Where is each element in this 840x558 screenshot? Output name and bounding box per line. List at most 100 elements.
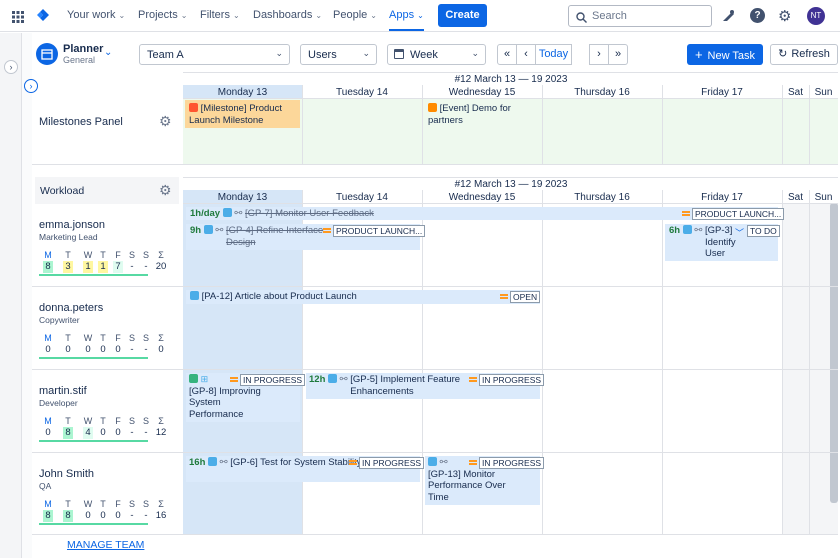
priority-low-icon: ﹀	[735, 228, 745, 238]
notifications-icon[interactable]	[722, 9, 735, 27]
weekday-letter: F	[115, 333, 121, 343]
member-name: emma.jonson	[39, 219, 106, 231]
task-estimate: 1h/day	[190, 208, 221, 219]
chevron-down-icon: ⌄	[370, 11, 377, 20]
task-title: [GP-13] Monitor Performance Over Time	[428, 468, 506, 503]
chevron-down-icon[interactable]: ⌄	[104, 47, 112, 58]
priority-medium-icon	[500, 294, 508, 299]
day-header: Sun	[814, 192, 833, 203]
task-card-pa12[interactable]: [PA-12] Article about Product Launch	[186, 290, 540, 304]
hours-value: -	[144, 510, 148, 521]
member-role: QA	[39, 481, 52, 491]
nav-label: Dashboards	[253, 9, 313, 21]
task-estimate: 6h	[669, 225, 681, 236]
chevron-down-icon: ⌄	[232, 11, 240, 20]
day-header: Friday 17	[701, 87, 743, 98]
next-week-fast-button[interactable]: »	[608, 44, 628, 65]
capacity-bar	[39, 523, 148, 525]
status-badge: IN PROGRESS	[240, 374, 306, 386]
link-icon: ⚯	[339, 374, 348, 385]
member-role: Marketing Lead	[39, 232, 98, 242]
day-header: Sun	[814, 87, 833, 98]
task-title: [GP-4] Refine Interface Design	[225, 225, 324, 248]
day-header: Wednesday 15	[448, 192, 516, 203]
nav-label: Filters	[200, 9, 230, 21]
parent-badge: PRODUCT LAUNCH...	[333, 225, 426, 237]
milestone-card[interactable]: [Milestone] Product Launch Milestone	[185, 100, 300, 128]
weekday-letter: W	[83, 333, 93, 343]
chevron-down-icon: ⌄	[180, 11, 188, 20]
hours-value: 0	[100, 344, 106, 355]
task-estimate: 9h	[190, 225, 202, 236]
hours-value: 0	[100, 510, 106, 521]
weekday-letter: T	[65, 499, 71, 509]
chevron-down-icon: ⌄	[315, 11, 323, 20]
view-select[interactable]: Week ⌄	[387, 44, 486, 65]
hours-value: -	[144, 344, 148, 355]
workload-label: Workload	[40, 185, 85, 197]
nav-label: Your work	[67, 9, 116, 21]
weekday-letter: Σ	[158, 250, 164, 260]
avatar[interactable]: NT	[807, 7, 825, 25]
status-badge: IN PROGRESS	[479, 374, 545, 386]
priority-medium-icon	[349, 460, 357, 465]
hours-value: 8	[63, 427, 73, 439]
nav-filters[interactable]: Filters ⌄	[200, 9, 240, 21]
expand-sidebar-icon[interactable]: ›	[4, 60, 18, 74]
new-task-button[interactable]: + New Task	[687, 44, 763, 65]
next-week-button[interactable]: ›	[589, 44, 609, 65]
nav-dashboards[interactable]: Dashboards ⌄	[253, 9, 322, 21]
nav-apps[interactable]: Apps ⌄	[389, 9, 424, 31]
member-emma: emma.jonson Marketing Lead	[39, 219, 105, 242]
hours-value: 8	[43, 510, 53, 522]
hours-value: -	[130, 427, 134, 438]
search-input[interactable]: Search	[568, 5, 712, 27]
day-header: Thursday 16	[574, 192, 630, 203]
status-badge: IN PROGRESS	[479, 457, 545, 469]
create-button[interactable]: Create	[438, 4, 487, 27]
chevron-down-icon: ⌄	[362, 48, 370, 58]
planner-title: Planner	[63, 43, 104, 55]
scrollbar[interactable]	[830, 203, 838, 503]
parent-badge: PRODUCT LAUNCH...	[692, 208, 785, 220]
search-placeholder: Search	[592, 10, 627, 22]
milestones-settings-gear-icon[interactable]: ⚙	[159, 113, 172, 130]
group-select[interactable]: Users ⌄	[300, 44, 377, 65]
prev-week-fast-button[interactable]: «	[497, 44, 517, 65]
today-button[interactable]: Today	[535, 44, 572, 65]
refresh-button[interactable]: ↻ Refresh	[770, 44, 838, 65]
hours-value: -	[130, 261, 134, 272]
hours-value: 7	[113, 261, 123, 273]
nav-your-work[interactable]: Your work ⌄	[67, 9, 125, 21]
expand-panel-icon[interactable]: ›	[24, 79, 38, 93]
weekday-letter: T	[100, 416, 106, 426]
task-checkbox-icon	[190, 291, 199, 300]
nav-projects[interactable]: Projects ⌄	[138, 9, 187, 21]
member-role: Developer	[39, 398, 78, 408]
status-badge: IN PROGRESS	[359, 457, 425, 469]
status-badge: TO DO	[747, 225, 780, 237]
subtask-icon	[203, 225, 213, 234]
weekday-letter: S	[142, 333, 149, 343]
refresh-icon: ↻	[778, 48, 788, 60]
member-name: donna.peters	[39, 302, 104, 314]
event-card[interactable]: [Event] Demo for partners	[425, 100, 535, 128]
settings-gear-icon[interactable]: ⚙	[778, 7, 791, 25]
weekday-letter: Σ	[158, 333, 164, 343]
member-martin: martin.stif Developer	[39, 385, 87, 408]
jira-logo-icon[interactable]	[36, 8, 50, 22]
hours-value: -	[144, 261, 148, 272]
hours-value: 0	[115, 344, 121, 355]
workload-settings-gear-icon[interactable]: ⚙	[159, 182, 172, 199]
day-header: Tuesday 14	[336, 192, 388, 203]
nav-people[interactable]: People ⌄	[333, 9, 377, 21]
team-select[interactable]: Team A ⌄	[139, 44, 290, 65]
help-icon[interactable]: ?	[750, 8, 765, 23]
weekday-letter: M	[44, 250, 52, 260]
task-title: [PA-12] Article about Product Launch	[201, 291, 357, 302]
prev-week-button[interactable]: ‹	[516, 44, 536, 65]
app-switcher-icon[interactable]	[12, 10, 24, 23]
manage-team-link[interactable]: MANAGE TEAM	[67, 539, 144, 551]
link-icon: ⚯	[215, 225, 224, 236]
hours-total: 16	[155, 510, 167, 521]
